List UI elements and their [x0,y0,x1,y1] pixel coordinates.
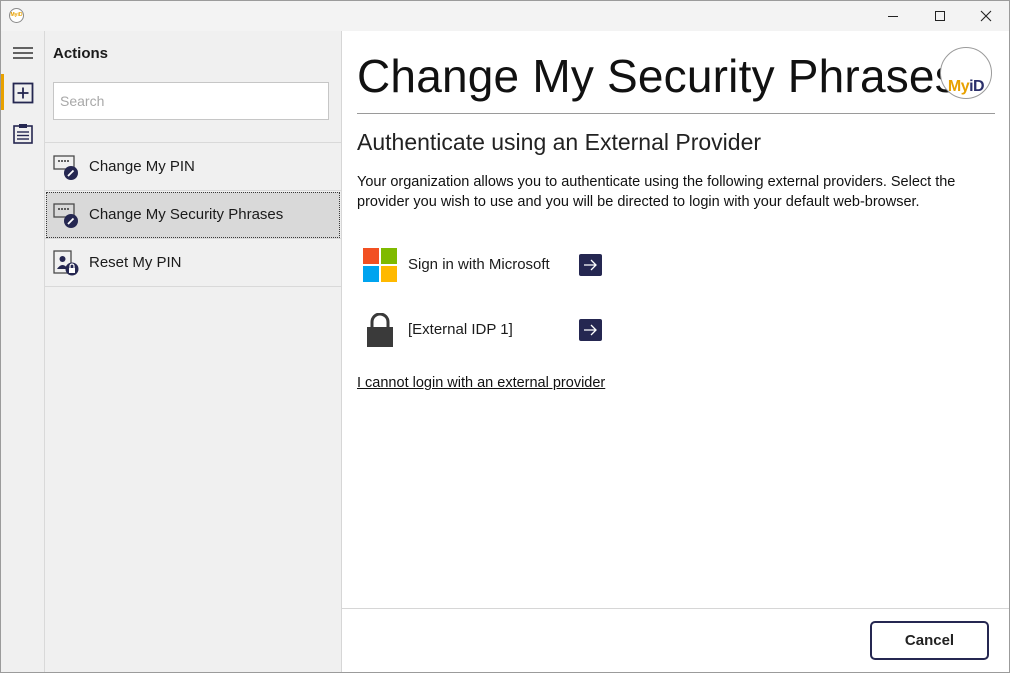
action-item-label: Reset My PIN [89,254,182,271]
clipboard-list-icon [13,124,33,144]
title-bar: MyiD [1,1,1009,31]
microsoft-logo-icon [363,248,397,282]
section-subtitle: Authenticate using an External Provider [357,129,762,155]
lock-icon [367,313,393,347]
action-item-label: Change My Security Phrases [89,206,284,223]
actions-panel: Actions Change My PIN Change [45,31,342,672]
app-logo: MyiD [9,8,24,23]
logo-text-id: iD [969,78,985,95]
close-icon [980,10,992,22]
title-divider [357,113,995,114]
reset-pin-icon [53,250,79,276]
provider-microsoft[interactable]: Sign in with Microsoft [357,245,617,285]
arrow-right-icon [584,324,597,336]
nav-rail [1,31,45,672]
action-item-change-my-security-phrases[interactable]: Change My Security Phrases [45,191,341,239]
maximize-button[interactable] [917,1,963,31]
change-security-phrases-icon [53,203,78,228]
logo-text-my: My [947,78,970,95]
minimize-icon [888,16,898,17]
rail-requests-button[interactable] [1,115,44,151]
footer-bar: Cancel [342,608,1009,672]
provider-label: [External IDP 1] [408,321,513,338]
arrow-right-icon [584,259,597,271]
action-item-label: Change My PIN [89,158,195,175]
minimize-button[interactable] [870,1,916,31]
divider [45,286,341,287]
provider-external-idp-1[interactable]: [External IDP 1] [357,310,617,350]
no-external-provider-link[interactable]: I cannot login with an external provider [357,375,605,391]
provider-go-button[interactable] [579,254,602,276]
page-title: Change My Security Phrases [357,50,958,102]
provider-go-button[interactable] [579,319,602,341]
actions-title: Actions [53,45,109,62]
app-window: MyiD Actions Search Change My PIN Change… [0,0,1010,673]
rail-actions-button[interactable] [1,74,44,110]
change-pin-icon [53,155,78,180]
action-item-reset-my-pin[interactable]: Reset My PIN [45,239,341,287]
add-square-icon [12,82,34,104]
myid-logo: MyiD [940,47,992,99]
hamburger-menu-icon [13,47,33,59]
maximize-icon [935,11,945,21]
cancel-button[interactable]: Cancel [870,621,989,660]
action-item-change-my-pin[interactable]: Change My PIN [45,143,341,191]
provider-label: Sign in with Microsoft [408,256,550,273]
main-content: Change My Security Phrases MyiD Authenti… [342,31,1009,609]
search-input[interactable] [53,82,329,120]
active-indicator [1,74,4,110]
menu-button[interactable] [1,35,44,71]
description-text: Your organization allows you to authenti… [357,174,956,210]
close-button[interactable] [963,1,1009,31]
